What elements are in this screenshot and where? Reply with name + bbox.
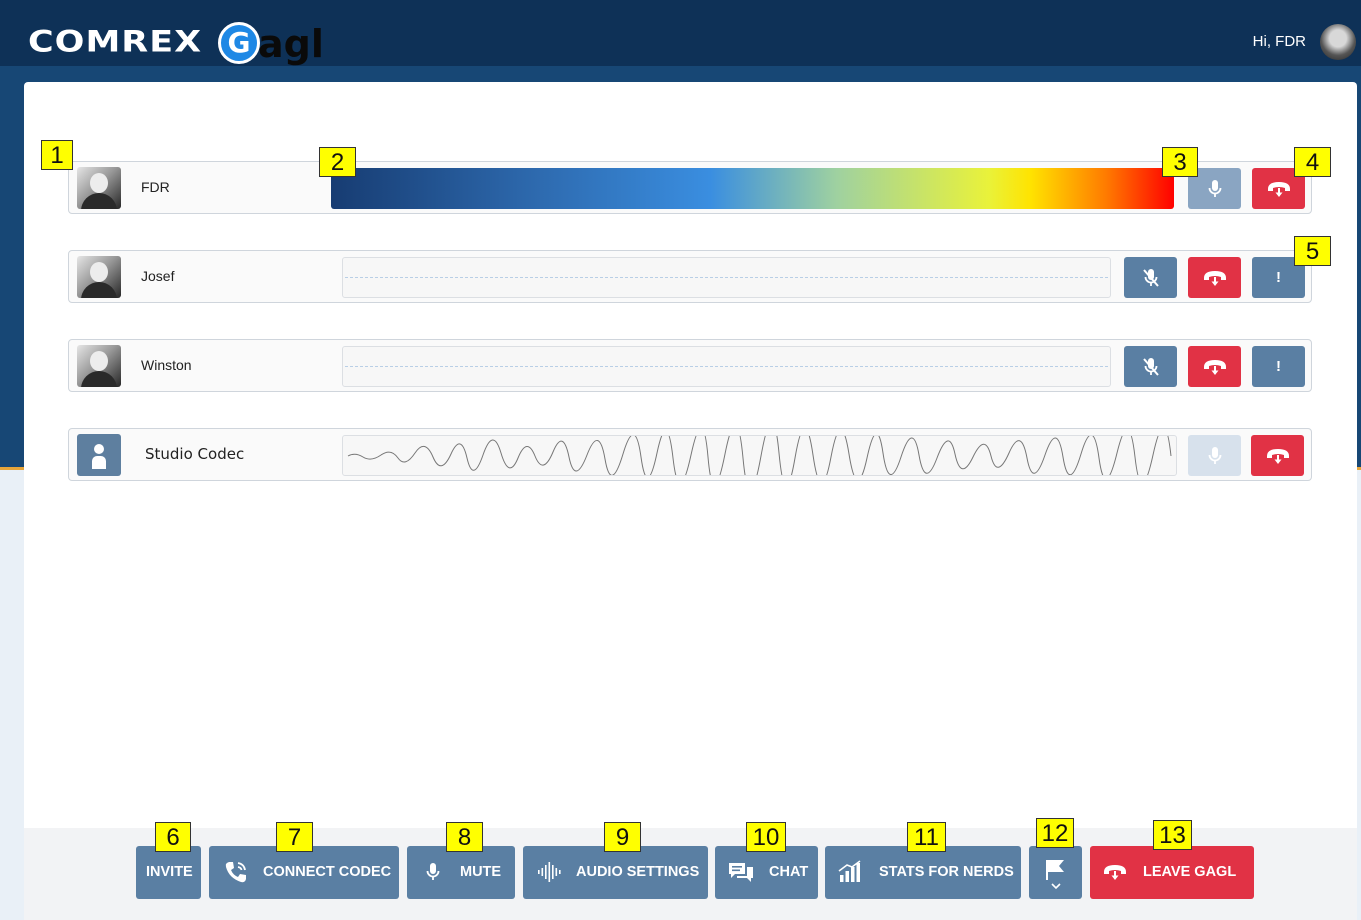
mute-button[interactable]: MUTE [407, 846, 515, 899]
callout-9: 9 [604, 822, 641, 852]
mic-muted-button[interactable] [1124, 257, 1177, 298]
microphone-icon [426, 863, 440, 880]
hangup-icon [1104, 865, 1126, 880]
audio-level-meter [331, 168, 1174, 209]
chat-button[interactable]: CHAT [715, 846, 818, 899]
bar-chart-icon [838, 860, 861, 882]
stats-for-nerds-button[interactable]: STATS FOR NERDS [825, 846, 1021, 899]
flag-dropdown-button[interactable] [1029, 846, 1082, 899]
participant-row-winston: Winston ! [68, 339, 1312, 392]
alert-button[interactable]: ! [1252, 346, 1305, 387]
callout-13: 13 [1153, 820, 1192, 850]
audio-level-meter [342, 346, 1111, 387]
participant-name: Winston [141, 357, 192, 373]
participant-avatar [77, 256, 121, 298]
microphone-icon [1208, 179, 1221, 197]
audio-level-meter [342, 257, 1111, 298]
participant-name: FDR [141, 179, 170, 195]
hangup-button[interactable] [1251, 435, 1304, 476]
participant-row-fdr: FDR [68, 161, 1312, 214]
hangup-button[interactable] [1188, 257, 1241, 298]
participant-avatar [77, 167, 121, 209]
gagl-logo-g: G [218, 22, 260, 64]
flag-icon [1046, 860, 1064, 890]
chat-label: CHAT [769, 864, 809, 880]
callout-7: 7 [276, 822, 313, 852]
microphone-muted-icon [1142, 357, 1159, 376]
waveform-graphic [347, 436, 1172, 475]
callout-8: 8 [446, 822, 483, 852]
callout-10: 10 [746, 822, 786, 852]
microphone-muted-icon [1142, 268, 1159, 287]
mute-label: MUTE [460, 864, 502, 880]
connect-codec-label: CONNECT CODEC [263, 864, 392, 880]
invite-button[interactable]: INVITE [136, 846, 201, 899]
hangup-icon [1267, 181, 1290, 197]
invite-label: INVITE [146, 864, 193, 880]
stats-for-nerds-label: STATS FOR NERDS [879, 864, 1014, 880]
mic-button-disabled[interactable] [1188, 435, 1241, 476]
phone-icon [225, 862, 246, 883]
person-icon [77, 434, 121, 476]
callout-1: 1 [41, 140, 73, 170]
participant-name: Josef [141, 268, 175, 284]
gagl-logo-text: agl [258, 22, 324, 66]
callout-3: 3 [1162, 147, 1198, 177]
chat-icon [729, 863, 753, 882]
leave-gagl-label: LEAVE GAGL [1143, 864, 1237, 880]
top-navbar [0, 0, 1361, 66]
hangup-icon [1266, 448, 1289, 464]
mic-muted-button[interactable] [1124, 346, 1177, 387]
participant-avatar [77, 345, 121, 387]
hangup-icon [1203, 270, 1226, 286]
user-greeting[interactable]: Hi, FDR [1253, 33, 1306, 50]
callout-6: 6 [155, 822, 191, 852]
callout-4: 4 [1294, 147, 1331, 177]
leave-gagl-button[interactable]: LEAVE GAGL [1090, 846, 1254, 899]
audio-settings-label: AUDIO SETTINGS [576, 864, 700, 880]
callout-11: 11 [907, 822, 946, 852]
audio-settings-button[interactable]: AUDIO SETTINGS [523, 846, 708, 899]
participant-row-studio-codec: Studio Codec [68, 428, 1312, 481]
audio-waveform [342, 435, 1177, 476]
microphone-icon [1208, 446, 1221, 464]
audio-wave-icon [538, 862, 561, 882]
callout-5: 5 [1294, 236, 1331, 266]
hangup-icon [1203, 359, 1226, 375]
connect-codec-button[interactable]: CONNECT CODEC [209, 846, 399, 899]
callout-2: 2 [319, 147, 356, 177]
callout-12: 12 [1036, 818, 1074, 848]
participant-row-josef: Josef ! [68, 250, 1312, 303]
chevron-down-icon [1051, 883, 1061, 890]
comrex-logo: COMREX [28, 25, 203, 59]
user-avatar[interactable] [1320, 24, 1356, 60]
participant-name: Studio Codec [145, 445, 245, 463]
hangup-button[interactable] [1188, 346, 1241, 387]
